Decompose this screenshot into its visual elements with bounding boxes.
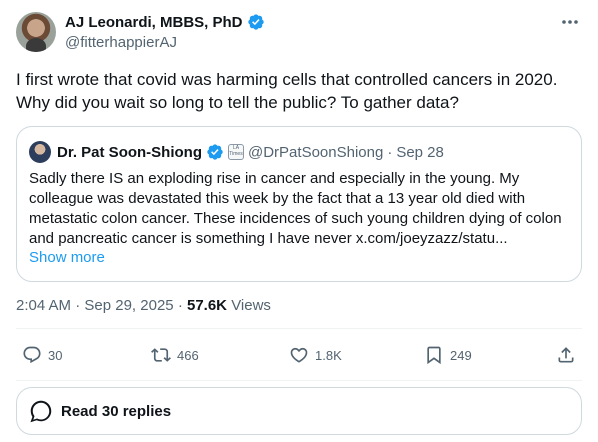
read-replies-button[interactable]: Read 30 replies bbox=[16, 387, 582, 435]
author-display-name[interactable]: AJ Leonardi, MBBS, PhD bbox=[65, 14, 243, 31]
quoted-author-handle: @DrPatSoonShiong bbox=[248, 143, 384, 161]
more-options-icon[interactable] bbox=[560, 14, 580, 30]
quoted-tweet-header: Dr. Pat Soon-Shiong LA Times @DrPatSoonSh… bbox=[57, 143, 444, 161]
bookmark-icon bbox=[427, 346, 441, 365]
quoted-separator: · bbox=[387, 143, 393, 161]
bookmark-count: 249 bbox=[450, 347, 472, 363]
read-replies-label: Read 30 replies bbox=[61, 402, 172, 420]
reply-icon bbox=[23, 346, 41, 364]
views-count: 57.6K bbox=[186, 297, 228, 314]
share-button[interactable] bbox=[556, 345, 576, 365]
tweet-time[interactable]: 2:04 AM bbox=[16, 297, 71, 314]
quoted-author-name: Dr. Pat Soon-Shiong bbox=[57, 143, 202, 161]
tweet-text: I first wrote that covid was harming cel… bbox=[16, 70, 558, 112]
meta-separator: · bbox=[177, 297, 183, 314]
tweet-metadata: 2:04 AM · Sep 29, 2025 · 57.6K Views bbox=[16, 297, 271, 314]
like-button[interactable]: 1.8K bbox=[289, 345, 342, 365]
divider bbox=[16, 328, 582, 329]
meta-separator: · bbox=[75, 297, 81, 314]
bookmark-button[interactable]: 249 bbox=[424, 345, 472, 365]
tweet-date[interactable]: Sep 29, 2025 bbox=[84, 297, 173, 314]
quoted-tweet-text: Sadly there IS an exploding rise in canc… bbox=[29, 170, 562, 247]
quoted-date: Sep 28 bbox=[396, 143, 444, 161]
heart-icon bbox=[290, 347, 308, 363]
like-count: 1.8K bbox=[315, 347, 342, 363]
divider bbox=[16, 380, 582, 381]
reply-count: 30 bbox=[48, 347, 63, 363]
reply-button[interactable]: 30 bbox=[22, 345, 62, 365]
share-icon bbox=[558, 347, 574, 363]
author-avatar[interactable] bbox=[16, 12, 56, 52]
repost-icon bbox=[151, 348, 171, 362]
quoted-tweet[interactable]: Dr. Pat Soon-Shiong LA Times @DrPatSoonSh… bbox=[16, 126, 582, 282]
action-bar: 30 466 1.8K 249 bbox=[0, 345, 598, 369]
author-name-row: AJ Leonardi, MBBS, PhD bbox=[65, 13, 265, 31]
author-handle[interactable]: @fitterhappierAJ bbox=[65, 34, 177, 51]
repost-count: 466 bbox=[177, 347, 199, 363]
affiliation-badge-icon: LA Times bbox=[228, 144, 244, 160]
verified-badge-icon[interactable] bbox=[247, 13, 265, 31]
show-more-link[interactable]: Show more bbox=[29, 249, 105, 266]
repost-button[interactable]: 466 bbox=[151, 345, 199, 365]
chat-bubble-icon bbox=[30, 400, 52, 423]
views-label: Views bbox=[231, 297, 271, 314]
quoted-author-avatar bbox=[29, 141, 51, 163]
verified-badge-icon bbox=[206, 143, 224, 161]
